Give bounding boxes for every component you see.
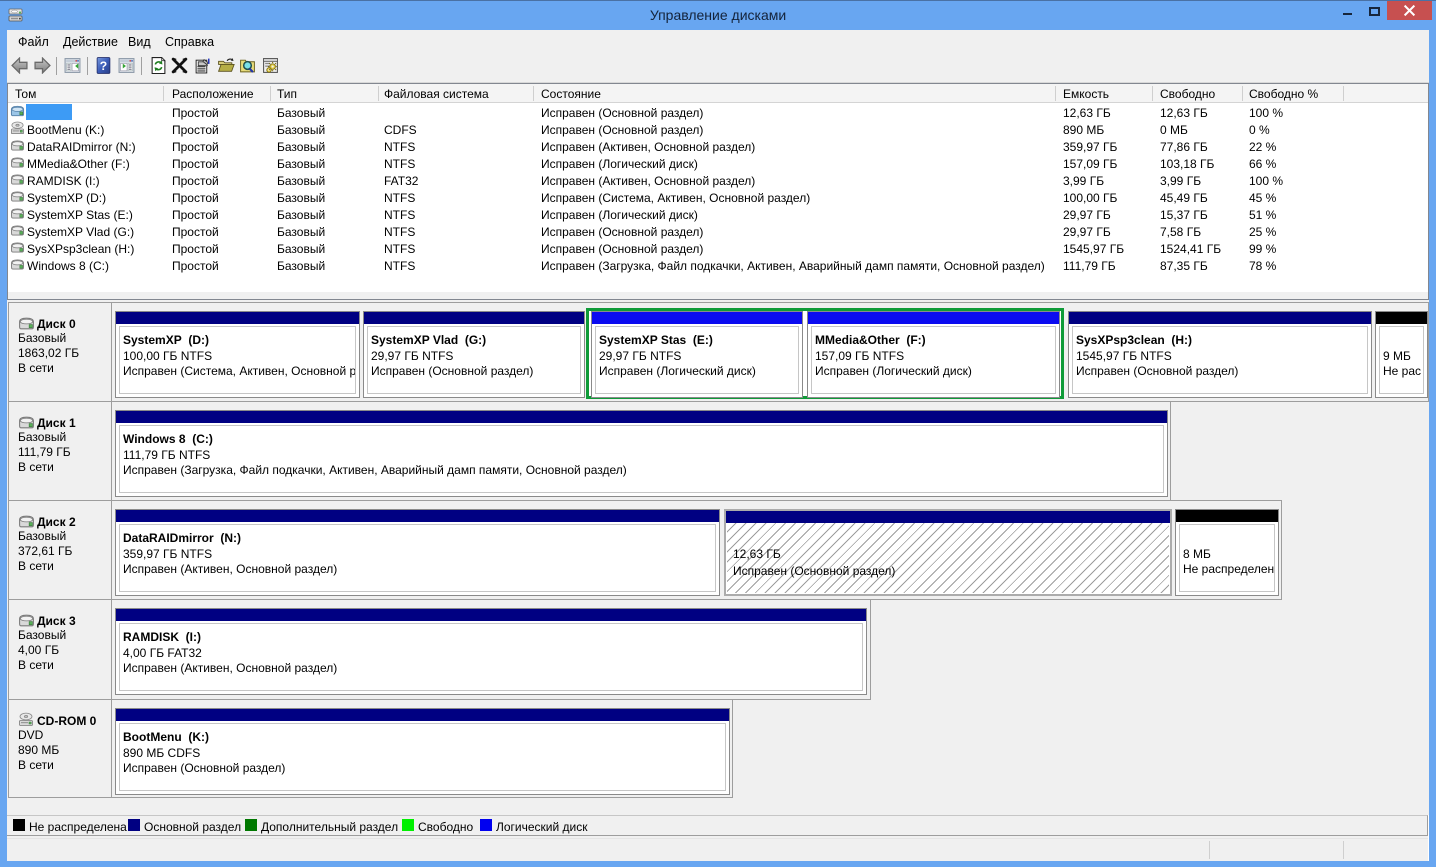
svg-text:?: ? — [100, 59, 107, 73]
